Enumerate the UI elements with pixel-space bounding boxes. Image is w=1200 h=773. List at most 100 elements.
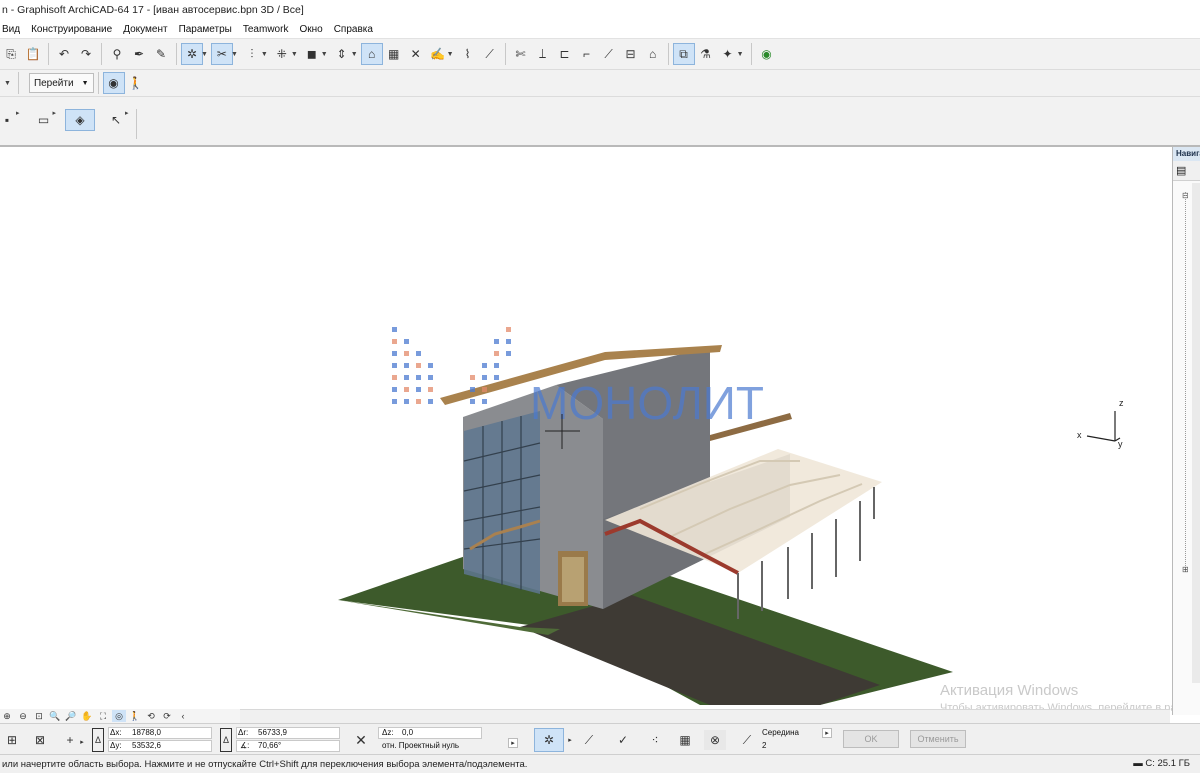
- dy-label: Δy:: [110, 741, 122, 750]
- origin-icon[interactable]: +: [62, 730, 78, 750]
- dropdown-arrow-icon[interactable]: ▼: [201, 51, 208, 58]
- magic-wand-icon[interactable]: ✲: [534, 728, 564, 752]
- zoom-fit-icon[interactable]: ⊡: [32, 710, 46, 722]
- find-select-icon[interactable]: ⚲: [106, 43, 128, 65]
- fill-select-icon[interactable]: ◈: [65, 109, 96, 131]
- dropdown-arrow-icon[interactable]: ▸: [125, 109, 129, 117]
- dropdown-arrow-icon[interactable]: ▼: [447, 51, 454, 58]
- dropdown-arrow-icon[interactable]: ▼: [321, 51, 328, 58]
- group-icon[interactable]: ⧉: [672, 43, 695, 65]
- zoom-icon[interactable]: 🔍: [48, 710, 62, 722]
- explode-icon[interactable]: ✕: [405, 43, 427, 65]
- orbit-icon[interactable]: ◎: [112, 710, 126, 722]
- grid-icon[interactable]: ▦: [383, 43, 405, 65]
- adjust-icon[interactable]: ⟘: [532, 43, 554, 65]
- line-tool-icon[interactable]: ⟋: [578, 730, 600, 750]
- syringe-icon[interactable]: ✎: [150, 43, 172, 65]
- toolbar-separator: [504, 43, 506, 65]
- menu-design[interactable]: Конструирование: [31, 24, 112, 35]
- dropdown-arrow-icon[interactable]: ▼: [737, 51, 744, 58]
- project-map-icon[interactable]: ▤: [1176, 165, 1186, 177]
- mirror-icon[interactable]: ⊟: [620, 43, 642, 65]
- goto-dropdown[interactable]: Перейти ▼: [28, 73, 94, 93]
- horizontal-scrollbar[interactable]: [240, 709, 1170, 723]
- snap-points-icon[interactable]: ⁖: [644, 730, 666, 750]
- dr-field[interactable]: [236, 727, 340, 739]
- elevate-icon[interactable]: ⇕: [331, 43, 353, 65]
- paste-icon[interactable]: 📋: [22, 43, 44, 65]
- walk-icon[interactable]: 🚶: [128, 710, 142, 722]
- eyedropper-icon[interactable]: ✒: [128, 43, 150, 65]
- ok-button[interactable]: OK: [843, 730, 899, 748]
- elevation-icon[interactable]: ✕: [350, 730, 372, 750]
- zoom-out-icon[interactable]: ⊖: [16, 710, 30, 722]
- axis-z-label: z: [1119, 398, 1124, 408]
- dropdown-arrow-icon[interactable]: ▸: [78, 732, 86, 752]
- trim-icon[interactable]: ✂: [210, 43, 233, 65]
- dropdown-arrow-icon[interactable]: ▼: [4, 80, 11, 87]
- guide-lines-icon[interactable]: ⊠: [30, 730, 50, 750]
- toolbar-separator: [176, 43, 177, 65]
- zoom-previous-icon[interactable]: ⟲: [144, 710, 158, 722]
- fillet-icon[interactable]: ⌐: [576, 43, 598, 65]
- align-icon[interactable]: ⫶: [241, 43, 263, 65]
- snap-check-icon[interactable]: ✓: [612, 730, 634, 750]
- intersect-icon[interactable]: ⊏: [554, 43, 576, 65]
- copy-icon[interactable]: ⎘: [0, 43, 22, 65]
- zoom-next-icon[interactable]: ⟳: [160, 710, 174, 722]
- split-icon[interactable]: ✄: [510, 43, 532, 65]
- 3d-viewport[interactable]: МОНОЛИТ z x y: [0, 149, 1170, 709]
- sweep-icon[interactable]: ⌇: [457, 43, 479, 65]
- dz-field[interactable]: [378, 727, 482, 739]
- zoom-in-icon[interactable]: ⊕: [0, 710, 14, 722]
- dropdown-arrow-icon[interactable]: ▼: [291, 51, 298, 58]
- polar-coord-icon[interactable]: Δ: [220, 728, 232, 752]
- rectangle-select-icon[interactable]: ▭: [33, 109, 55, 131]
- menu-document[interactable]: Документ: [123, 24, 167, 35]
- logo-text: МОНОЛИТ: [530, 377, 764, 429]
- dropdown-arrow-icon[interactable]: ▸: [16, 109, 20, 117]
- angle-field[interactable]: [236, 740, 340, 752]
- relative-coord-icon[interactable]: Δ: [92, 728, 104, 752]
- redo-icon[interactable]: ↷: [75, 43, 97, 65]
- snap-grid-icon[interactable]: ⊞: [2, 730, 22, 750]
- tree-expander-icon[interactable]: ⊞: [1182, 565, 1189, 574]
- navigator-scrollbar[interactable]: [1192, 183, 1200, 683]
- dropdown-arrow-icon[interactable]: ▼: [261, 51, 268, 58]
- 3d-window-icon[interactable]: ⌂: [360, 43, 383, 65]
- dropdown-arrow-icon[interactable]: ▼: [231, 51, 238, 58]
- brush-icon[interactable]: ✍: [427, 43, 449, 65]
- snap-grid-icon[interactable]: ▦: [674, 730, 696, 750]
- cancel-button[interactable]: Отменить: [910, 730, 966, 748]
- dropdown-arrow-icon[interactable]: ▸: [53, 109, 57, 117]
- zoom-icon[interactable]: 🔎: [64, 710, 78, 722]
- magnet-icon[interactable]: ⊗: [704, 730, 726, 750]
- offset-icon[interactable]: ⟋: [598, 43, 620, 65]
- menu-window[interactable]: Окно: [299, 24, 322, 35]
- target-icon[interactable]: ◉: [756, 43, 778, 65]
- layer-icon[interactable]: ◼: [301, 43, 323, 65]
- walk-icon[interactable]: 🚶: [125, 72, 147, 94]
- midpoint-icon[interactable]: ⟋: [736, 730, 758, 750]
- reference-dropdown-icon[interactable]: ▸: [508, 738, 518, 748]
- orbit-icon[interactable]: ◉: [102, 72, 125, 94]
- dropdown-arrow-icon[interactable]: ▸: [566, 732, 574, 748]
- snap-dropdown-icon[interactable]: ▸: [822, 728, 832, 738]
- menu-options[interactable]: Параметры: [179, 24, 232, 35]
- pan-icon[interactable]: ✋: [80, 710, 94, 722]
- menu-view[interactable]: Вид: [2, 24, 20, 35]
- arrow-pointer-icon[interactable]: ↖: [105, 109, 127, 131]
- toolbar-separator: [97, 72, 99, 94]
- roof-icon[interactable]: ⌂: [642, 43, 664, 65]
- chevron-left-icon[interactable]: ‹: [176, 710, 190, 722]
- menu-teamwork[interactable]: Teamwork: [243, 24, 289, 35]
- feather-icon[interactable]: ⟋: [479, 43, 501, 65]
- magic-wand-icon[interactable]: ✲: [181, 43, 203, 65]
- undo-icon[interactable]: ↶: [53, 43, 75, 65]
- distribute-icon[interactable]: ⁜: [271, 43, 293, 65]
- paint-icon[interactable]: ⚗: [695, 43, 717, 65]
- fit-window-icon[interactable]: ⛶: [96, 710, 110, 722]
- menu-help[interactable]: Справка: [334, 24, 373, 35]
- dropdown-arrow-icon[interactable]: ▼: [351, 51, 358, 58]
- render-icon[interactable]: ✦: [717, 43, 739, 65]
